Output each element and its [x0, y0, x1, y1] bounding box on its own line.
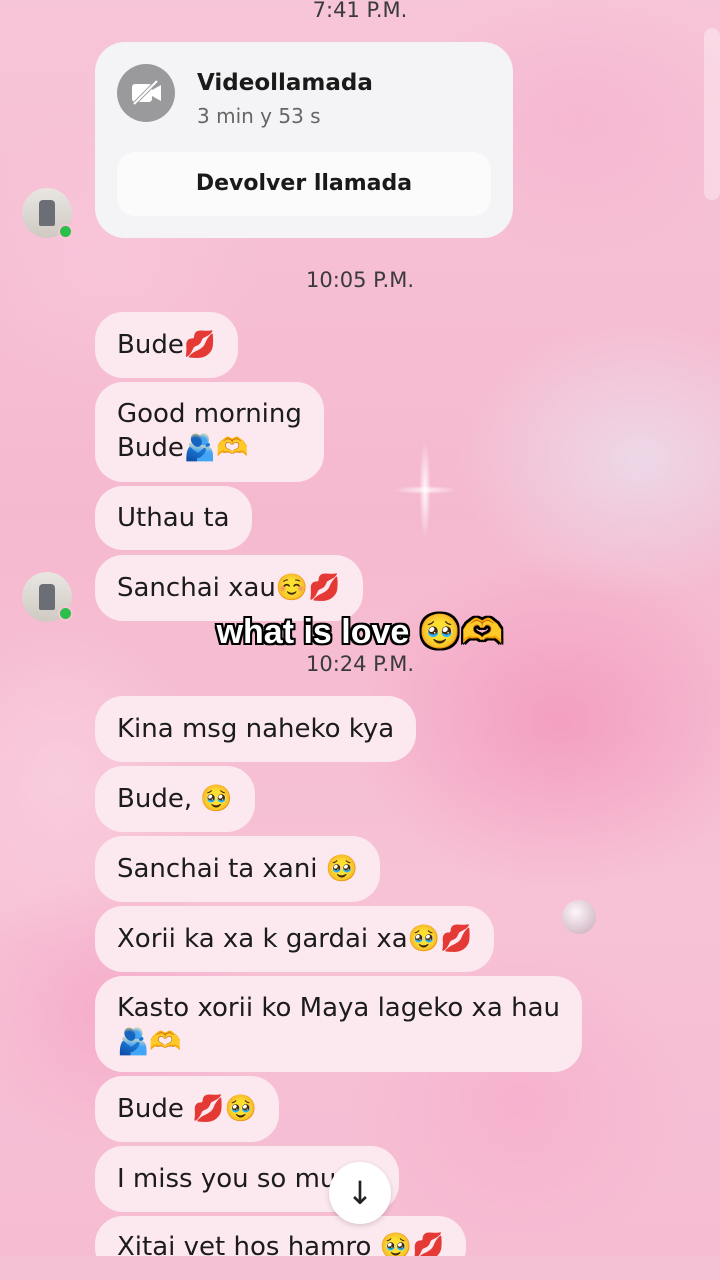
message-bubble[interactable]: Bude, 🥹 — [95, 766, 255, 832]
call-back-button[interactable]: Devolver llamada — [117, 152, 491, 216]
video-off-icon — [117, 64, 175, 122]
message-bubble[interactable]: Uthau ta — [95, 486, 252, 550]
timestamp: 10:24 P.M. — [305, 652, 415, 676]
floating-bubble — [562, 900, 596, 934]
message-bubble[interactable]: Good morning Bude🫂🫶 — [95, 382, 324, 482]
timestamp: 10:05 P.M. — [305, 268, 415, 292]
scroll-down-button[interactable]: ↓ — [329, 1162, 391, 1224]
message-bubble[interactable]: Bude💋 — [95, 312, 239, 378]
video-call-card: Videollamada 3 min y 53 s Devolver llama… — [95, 42, 513, 238]
call-duration: 3 min y 53 s — [197, 104, 321, 128]
video-caption-overlay: what is love 🥹🫶 — [216, 613, 504, 651]
bottom-edge — [0, 1256, 720, 1280]
message-bubble[interactable]: Kina msg naheko kya — [95, 696, 417, 762]
timestamp: 7:41 P.M. — [312, 0, 408, 22]
arrow-down-icon: ↓ — [346, 1174, 374, 1212]
scrollbar[interactable] — [704, 28, 720, 200]
background-sparkle — [380, 420, 470, 560]
message-bubble[interactable]: Xorii ka xa k gardai xa🥹💋 — [95, 906, 495, 972]
online-status-dot — [58, 224, 73, 239]
message-bubble[interactable]: Sanchai ta xani 🥹 — [95, 836, 381, 902]
message-bubble[interactable]: Kasto xorii ko Maya lageko xa hau 🫂🫶 — [95, 976, 583, 1072]
call-title: Videollamada — [197, 70, 373, 96]
message-bubble[interactable]: Bude 💋🥹 — [95, 1076, 279, 1142]
